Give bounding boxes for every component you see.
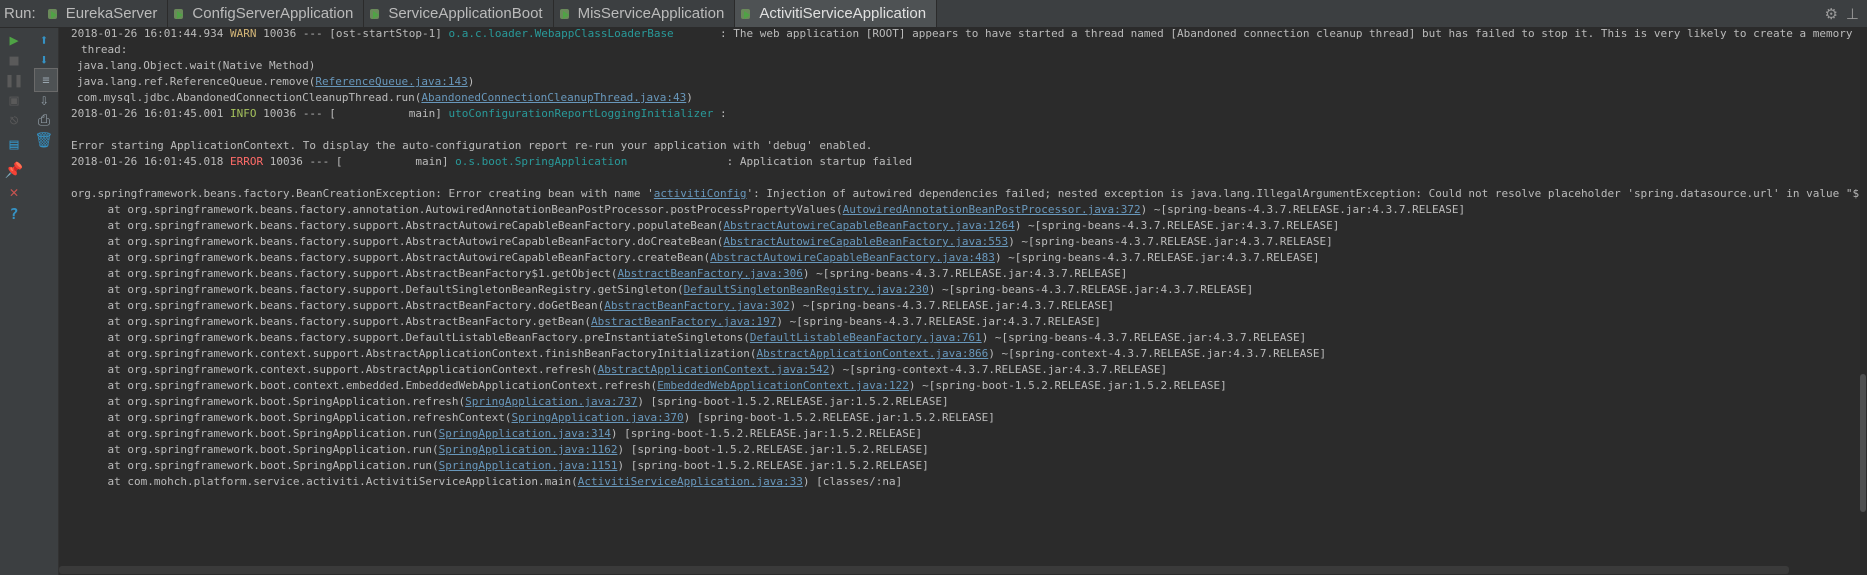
- stop-icon[interactable]: ■: [4, 50, 24, 70]
- scroll-down-icon[interactable]: ⬇: [34, 50, 54, 70]
- source-link[interactable]: DefaultListableBeanFactory.java:761: [750, 331, 982, 344]
- close-icon[interactable]: ✕: [4, 182, 24, 202]
- scrollbar-thumb[interactable]: [1860, 374, 1866, 512]
- spring-boot-run-icon: [741, 8, 753, 20]
- gear-icon[interactable]: ⚙: [1824, 5, 1837, 23]
- pause-icon[interactable]: ❚❚: [4, 70, 24, 90]
- spring-boot-run-icon: [174, 8, 186, 20]
- print-icon[interactable]: ⎙: [34, 110, 54, 130]
- tab-eureka-server[interactable]: EurekaServer: [42, 0, 169, 27]
- tab-config-server-application[interactable]: ConfigServerApplication: [168, 0, 365, 27]
- log-level-error: ERROR: [229, 155, 264, 168]
- spring-boot-run-icon: [559, 8, 572, 20]
- console-output[interactable]: 2018-01-26 16:01:44.934 WARN 10036 --- […: [59, 28, 1859, 575]
- source-link[interactable]: AbstractApplicationContext.java:866: [757, 347, 989, 360]
- tab-label: ConfigServerApplication: [192, 5, 354, 22]
- spring-boot-run-icon: [370, 8, 382, 20]
- tab-label: ServiceApplicationBoot: [388, 5, 543, 22]
- tab-label: MisServiceApplication: [577, 5, 725, 22]
- source-link[interactable]: SpringApplication.java:1151: [439, 459, 618, 472]
- run-label: Run:: [4, 5, 36, 22]
- tab-service-application-boot[interactable]: ServiceApplicationBoot: [364, 0, 554, 27]
- horizontal-scrollbar[interactable]: [59, 566, 1789, 574]
- source-link[interactable]: AbstractAutowireCapableBeanFactory.java:…: [723, 219, 1014, 232]
- source-link[interactable]: AbandonedConnectionCleanupThread.java:43: [421, 91, 686, 104]
- logger-name: o.a.c.loader.WebappClassLoaderBase: [448, 28, 674, 40]
- bean-link[interactable]: activitiConfig: [654, 187, 747, 200]
- dump-threads-icon[interactable]: ▣: [4, 90, 24, 110]
- log-line: 2018-01-26 16:01:45.018 ERROR 10036 --- …: [71, 155, 913, 168]
- source-link[interactable]: AbstractBeanFactory.java:197: [591, 315, 776, 328]
- source-link[interactable]: SpringApplication.java:1162: [439, 443, 618, 456]
- source-link[interactable]: SpringApplication.java:314: [439, 427, 611, 440]
- tab-label: ActivitiServiceApplication: [759, 5, 927, 22]
- log-level-info: INFO: [229, 107, 257, 120]
- tab-label: EurekaServer: [65, 5, 158, 22]
- log-level-warn: WARN: [229, 28, 257, 40]
- rerun-icon[interactable]: ▶: [4, 30, 24, 50]
- layout-icon[interactable]: ▤: [4, 134, 24, 154]
- pin-icon[interactable]: 📌: [4, 160, 24, 180]
- source-link[interactable]: AbstractAutowireCapableBeanFactory.java:…: [710, 251, 995, 264]
- log-line: 2018-01-26 16:01:44.934 WARN 10036 --- […: [71, 28, 1853, 40]
- stack-frame-line: at com.mohch.platform.service.activiti.A…: [107, 475, 903, 488]
- vertical-scrollbar[interactable]: [1859, 28, 1867, 575]
- help-icon[interactable]: ?: [4, 204, 24, 224]
- tab-activiti-service-application[interactable]: ActivitiServiceApplication: [735, 0, 938, 27]
- source-link[interactable]: ReferenceQueue.java:143: [315, 75, 467, 88]
- tab-mis-service-application[interactable]: MisServiceApplication: [554, 0, 736, 27]
- log-line: 2018-01-26 16:01:45.001 INFO 10036 --- […: [71, 107, 727, 120]
- logger-name: o.s.boot.SpringApplication: [455, 155, 628, 168]
- source-link[interactable]: ActivitiServiceApplication.java:33: [578, 475, 803, 488]
- logger-name: utoConfigurationReportLoggingInitializer: [448, 107, 714, 120]
- source-link[interactable]: SpringApplication.java:370: [511, 411, 683, 424]
- source-link[interactable]: SpringApplication.java:737: [465, 395, 637, 408]
- run-toolbar: ▶ ⬆ ■ ⬇ ❚❚ ≡ ▣ ⇩ ⎋ ⎙ ▤ 🗑 📌 ✕ ?: [0, 28, 59, 575]
- source-link[interactable]: AutowiredAnnotationBeanPostProcessor.jav…: [843, 203, 1141, 216]
- spring-boot-run-icon: [47, 8, 60, 20]
- source-link[interactable]: EmbeddedWebApplicationContext.java:122: [657, 379, 909, 392]
- exit-icon[interactable]: ⎋: [4, 110, 24, 130]
- tab-tools: ⚙ ⊥: [1824, 0, 1867, 27]
- run-tab-bar: Run: EurekaServer ConfigServerApplicatio…: [0, 0, 1867, 28]
- soft-wrap-icon[interactable]: ≡: [34, 68, 58, 92]
- scroll-to-end-icon[interactable]: ⇩: [34, 90, 54, 110]
- source-link[interactable]: AbstractAutowireCapableBeanFactory.java:…: [723, 235, 1008, 248]
- source-link[interactable]: AbstractApplicationContext.java:542: [598, 363, 830, 376]
- scroll-up-icon[interactable]: ⬆: [34, 30, 54, 50]
- source-link[interactable]: DefaultSingletonBeanRegistry.java:230: [684, 283, 929, 296]
- source-link[interactable]: AbstractBeanFactory.java:306: [617, 267, 802, 280]
- minimize-icon[interactable]: ⊥: [1846, 5, 1859, 23]
- source-link[interactable]: AbstractBeanFactory.java:302: [604, 299, 789, 312]
- clear-icon[interactable]: 🗑: [34, 130, 54, 150]
